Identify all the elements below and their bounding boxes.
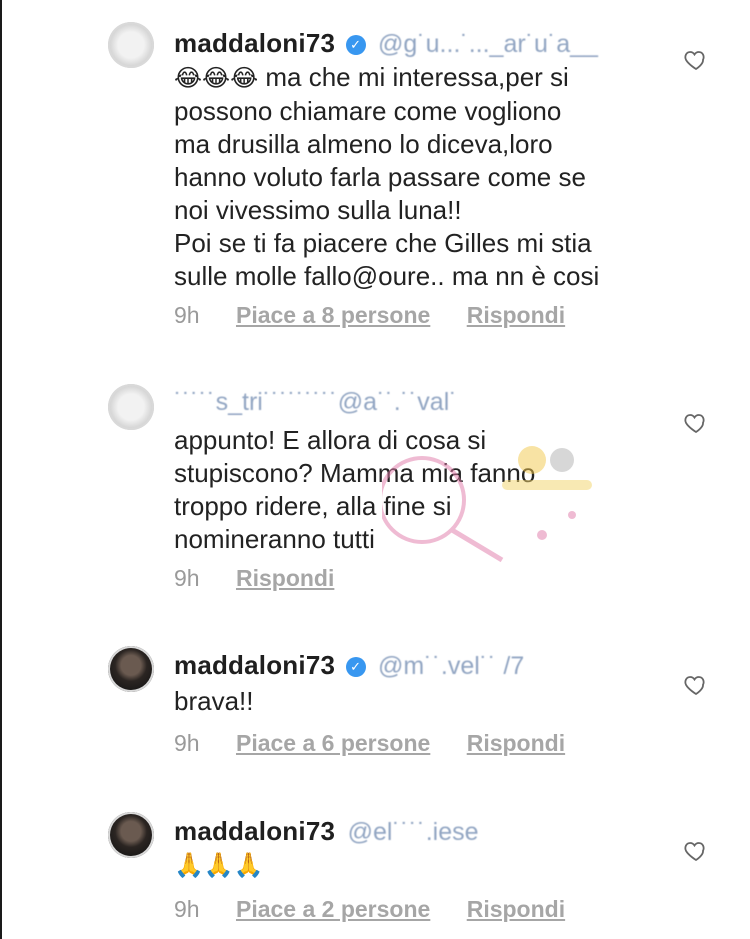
- comment-header: ˙˙˙˙˙s_tri˙˙˙˙˙˙˙˙˙@a˙˙.˙˙val˙: [174, 388, 654, 418]
- comment-header: maddaloni73 ✓ @g˙u...˙..._ar˙u˙a__: [174, 28, 674, 59]
- verified-badge-icon: ✓: [345, 657, 366, 677]
- reply-button[interactable]: Rispondi: [467, 730, 565, 756]
- comment-body: ˙˙˙˙˙s_tri˙˙˙˙˙˙˙˙˙@a˙˙.˙˙val˙ appunto! …: [174, 388, 654, 556]
- heart-icon[interactable]: [684, 839, 708, 863]
- comment-body: maddaloni73 @el˙˙˙˙.iese 🙏🙏🙏: [174, 816, 674, 882]
- avatar[interactable]: [108, 646, 154, 692]
- text-line: stupiscono? Mamma mia fanno: [174, 458, 536, 488]
- avatar[interactable]: [108, 22, 154, 68]
- text-line: noi vivessimo sulla luna!!: [174, 195, 462, 225]
- timestamp: 9h: [174, 730, 200, 756]
- heart-icon[interactable]: [684, 673, 708, 697]
- text-line: possono chiamare come vogliono: [174, 96, 562, 126]
- laughing-emoji: 😂😂😂: [174, 65, 259, 92]
- text-line: nomineranno tutti: [174, 524, 375, 554]
- text-line: appunto! E allora di cosa si: [174, 425, 487, 455]
- text-line: ma drusilla almeno lo diceva,loro: [174, 129, 553, 159]
- avatar[interactable]: [108, 384, 154, 430]
- text-line: sulle molle fallo@oure.. ma nn è cosi: [174, 261, 600, 291]
- username[interactable]: maddaloni73: [174, 650, 335, 680]
- comment-meta: 9h Piace a 8 persone Rispondi: [174, 302, 595, 329]
- likes-link[interactable]: Piace a 2 persone: [236, 896, 430, 922]
- reply-button[interactable]: Rispondi: [467, 302, 565, 328]
- comment-header: maddaloni73 @el˙˙˙˙.iese: [174, 816, 674, 847]
- text-line: Poi se ti fa piacere che Gilles mi stia: [174, 228, 592, 258]
- username[interactable]: maddaloni73: [174, 816, 335, 846]
- comment-body: maddaloni73 ✓ @g˙u...˙..._ar˙u˙a__ 😂😂😂 m…: [174, 28, 674, 293]
- reply-button[interactable]: Rispondi: [467, 896, 565, 922]
- mention-link[interactable]: ˙˙˙˙˙s_tri˙˙˙˙˙˙˙˙˙@a˙˙.˙˙val˙: [174, 388, 458, 416]
- comment-meta: 9h Rispondi: [174, 565, 364, 592]
- heart-icon[interactable]: [684, 411, 708, 435]
- avatar[interactable]: [108, 812, 154, 858]
- comment-text: brava!!: [174, 685, 674, 718]
- prayer-emoji: 🙏🙏🙏: [174, 852, 264, 879]
- comment-text: appunto! E allora di cosa si stupiscono?…: [174, 424, 654, 556]
- comment-meta: 9h Piace a 6 persone Rispondi: [174, 730, 595, 757]
- text-line: ma che mi interessa,per si: [265, 62, 569, 92]
- likes-link[interactable]: Piace a 8 persone: [236, 302, 430, 328]
- comment-header: maddaloni73 ✓ @m˙˙.vel˙˙ /7: [174, 650, 674, 681]
- comment-meta: 9h Piace a 2 persone Rispondi: [174, 896, 595, 923]
- text-line: hanno voluto farla passare come se: [174, 162, 586, 192]
- comments-screen: maddaloni73 ✓ @g˙u...˙..._ar˙u˙a__ 😂😂😂 m…: [0, 0, 750, 939]
- timestamp: 9h: [174, 565, 200, 591]
- text-line: brava!!: [174, 686, 254, 716]
- comment-body: maddaloni73 ✓ @m˙˙.vel˙˙ /7 brava!!: [174, 650, 674, 718]
- timestamp: 9h: [174, 896, 200, 922]
- verified-badge-icon: ✓: [345, 35, 366, 55]
- likes-link[interactable]: Piace a 6 persone: [236, 730, 430, 756]
- mention-link[interactable]: @g˙u...˙..._ar˙u˙a__: [378, 30, 598, 58]
- comment-text: 😂😂😂 ma che mi interessa,per si possono c…: [174, 61, 674, 293]
- text-line: troppo ridere, alla fine si: [174, 491, 452, 521]
- mention-link[interactable]: @el˙˙˙˙.iese: [348, 818, 479, 846]
- timestamp: 9h: [174, 302, 200, 328]
- heart-icon[interactable]: [684, 48, 708, 72]
- mention-link[interactable]: @m˙˙.vel˙˙ /7: [378, 652, 524, 680]
- reply-button[interactable]: Rispondi: [236, 565, 334, 591]
- username[interactable]: maddaloni73: [174, 28, 335, 58]
